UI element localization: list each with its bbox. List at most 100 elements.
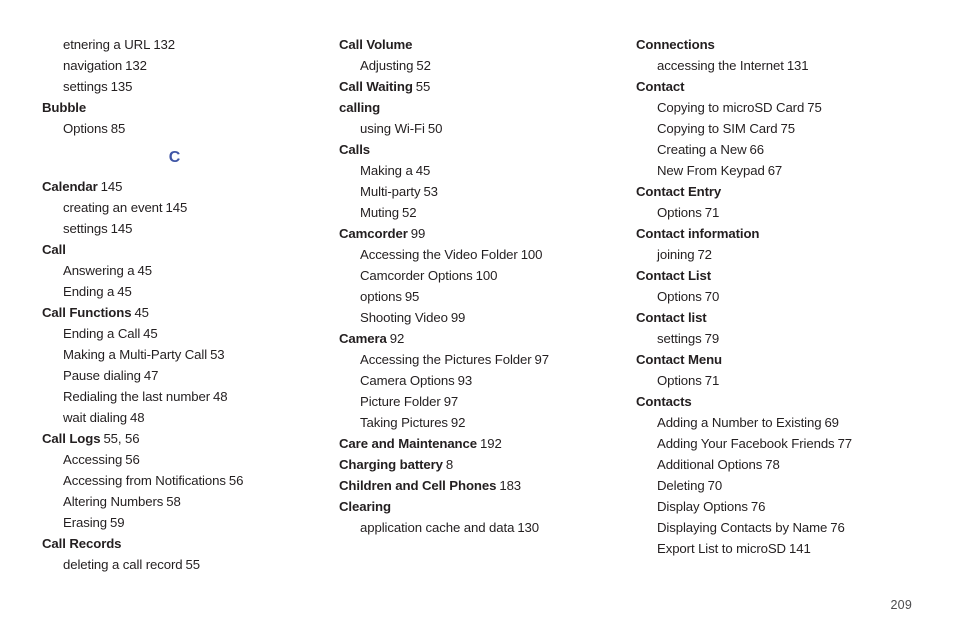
index-entry-sub[interactable]: Taking Pictures 92	[360, 412, 604, 433]
index-entry-main[interactable]: Camera 92	[339, 328, 604, 349]
index-entry-sub[interactable]: etnering a URL 132	[63, 34, 307, 55]
index-entry-term: Displaying Contacts by Name	[657, 520, 828, 535]
index-entry-main[interactable]: Calendar 145	[42, 176, 307, 197]
index-entry-sub[interactable]: navigation 132	[63, 55, 307, 76]
index-entry-sub[interactable]: Ending a 45	[63, 281, 307, 302]
index-entry-sub[interactable]: Display Options 76	[657, 496, 901, 517]
index-entry-sub[interactable]: Shooting Video 99	[360, 307, 604, 328]
index-entry-pages: 47	[143, 368, 159, 383]
index-entry-main[interactable]: Contact list	[636, 307, 901, 328]
letter-heading-c: C	[168, 149, 181, 166]
index-entry-sub[interactable]: Accessing 56	[63, 449, 307, 470]
index-entry-main[interactable]: Care and Maintenance 192	[339, 433, 604, 454]
index-entry-sub[interactable]: Altering Numbers 58	[63, 491, 307, 512]
index-entry-sub[interactable]: deleting a call record 55	[63, 554, 307, 575]
index-entry-sub[interactable]: New From Keypad 67	[657, 160, 901, 181]
index-entry-main[interactable]: Children and Cell Phones 183	[339, 475, 604, 496]
index-entry-sub[interactable]: Picture Folder 97	[360, 391, 604, 412]
index-entry-sub[interactable]: wait dialing 48	[63, 407, 307, 428]
index-entry-sub[interactable]: Additional Options 78	[657, 454, 901, 475]
index-entry-main[interactable]: Contact information	[636, 223, 901, 244]
index-entry-term: using Wi-Fi	[360, 121, 425, 136]
index-entry-sub[interactable]: settings 79	[657, 328, 901, 349]
index-entry-main[interactable]: Call Functions 45	[42, 302, 307, 323]
index-entry-term: Calls	[339, 142, 371, 157]
index-entry-sub[interactable]: Accessing the Video Folder 100	[360, 244, 604, 265]
index-entry-sub[interactable]: Copying to SIM Card 75	[657, 118, 901, 139]
index-entry-sub[interactable]: settings 145	[63, 218, 307, 239]
index-entry-main[interactable]: Clearing	[339, 496, 604, 517]
index-entry-main[interactable]: Call Volume	[339, 34, 604, 55]
index-entry-pages: 76	[830, 520, 845, 535]
index-entry-sub[interactable]: Camcorder Options 100	[360, 265, 604, 286]
index-entry-sub[interactable]: joining 72	[657, 244, 901, 265]
index-entry-sub[interactable]: Making a Multi-Party Call 53	[63, 344, 307, 365]
index-entry-sub[interactable]: Creating a New 66	[657, 139, 901, 160]
index-entry-main[interactable]: Camcorder 99	[339, 223, 604, 244]
index-entry-pages: 92	[450, 415, 466, 430]
index-entry-term: Multi-party	[360, 184, 421, 199]
index-entry-main[interactable]: Contact	[636, 76, 901, 97]
index-entry-main[interactable]: Charging battery 8	[339, 454, 604, 475]
index-entry-sub[interactable]: using Wi-Fi 50	[360, 118, 604, 139]
index-entry-sub[interactable]: application cache and data 130	[360, 517, 604, 538]
index-entry-main[interactable]: Contacts	[636, 391, 901, 412]
index-entry-sub[interactable]: Accessing from Notifications 56	[63, 470, 307, 491]
index-entry-term: settings	[63, 221, 108, 236]
index-entry-sub[interactable]: Making a 45	[360, 160, 604, 181]
index-entry-sub[interactable]: Options 71	[657, 370, 901, 391]
index-entry-sub[interactable]: Options 71	[657, 202, 901, 223]
index-entry-term: Answering a	[63, 263, 135, 278]
index-entry-main[interactable]: Connections	[636, 34, 901, 55]
index-entry-main[interactable]: Call	[42, 239, 307, 260]
index-entry-pages: 72	[697, 247, 712, 262]
index-entry-sub[interactable]: Accessing the Pictures Folder 97	[360, 349, 604, 370]
index-entry-main[interactable]: Contact Entry	[636, 181, 901, 202]
index-entry-sub[interactable]: Erasing 59	[63, 512, 307, 533]
index-entry-sub[interactable]: Multi-party 53	[360, 181, 604, 202]
index-entry-sub[interactable]: Options 70	[657, 286, 901, 307]
index-entry-main[interactable]: Call Logs 55, 56	[42, 428, 307, 449]
index-entry-sub[interactable]: Pause dialing 47	[63, 365, 307, 386]
index-entry-sub[interactable]: Answering a 45	[63, 260, 307, 281]
index-entry-main[interactable]: Contact Menu	[636, 349, 901, 370]
index-column-2: Call Volume Adjusting 52 Call Waiting 55 call…	[339, 34, 604, 538]
index-entry-term: Contact Menu	[636, 352, 722, 367]
index-entry-pages: 76	[750, 499, 766, 514]
index-entry-pages: 92	[389, 331, 405, 346]
index-entry-sub[interactable]: Export List to microSD 141	[657, 538, 901, 559]
index-entry-pages: 8	[445, 457, 454, 472]
index-entry-sub[interactable]: options 95	[360, 286, 604, 307]
index-entry-sub[interactable]: Ending a Call 45	[63, 323, 307, 344]
index-entry-pages: 132	[125, 58, 147, 73]
index-entry-pages: 192	[479, 436, 502, 451]
index-entry-sub[interactable]: settings 135	[63, 76, 307, 97]
index-entry-term: Camcorder	[339, 226, 408, 241]
index-entry-term: Charging battery	[339, 457, 443, 472]
index-entry-pages: 145	[165, 200, 188, 215]
index-entry-term: Copying to microSD Card	[657, 100, 805, 115]
index-entry-term: etnering a URL	[63, 37, 151, 52]
index-entry-sub[interactable]: Adjusting 52	[360, 55, 604, 76]
index-entry-term: Camera	[339, 331, 387, 346]
index-entry-sub[interactable]: Displaying Contacts by Name 76	[657, 517, 901, 538]
index-entry-term: Camcorder Options	[360, 268, 473, 283]
index-entry-sub[interactable]: Redialing the last number 48	[63, 386, 307, 407]
index-entry-sub[interactable]: accessing the Internet 131	[657, 55, 901, 76]
index-entry-main[interactable]: calling	[339, 97, 604, 118]
index-entry-sub[interactable]: Adding Your Facebook Friends 77	[657, 433, 901, 454]
index-entry-main[interactable]: Contact List	[636, 265, 901, 286]
index-entry-main[interactable]: Call Records	[42, 533, 307, 554]
index-entry-sub[interactable]: Copying to microSD Card 75	[657, 97, 901, 118]
index-entry-term: calling	[339, 100, 381, 115]
index-entry-main[interactable]: Calls	[339, 139, 604, 160]
index-entry-sub[interactable]: creating an event 145	[63, 197, 307, 218]
index-entry-main[interactable]: Call Waiting 55	[339, 76, 604, 97]
index-entry-sub[interactable]: Options 85	[63, 118, 307, 139]
index-entry-sub[interactable]: Deleting 70	[657, 475, 901, 496]
index-entry-term: Making a	[360, 163, 413, 178]
index-entry-sub[interactable]: Camera Options 93	[360, 370, 604, 391]
index-entry-sub[interactable]: Adding a Number to Existing 69	[657, 412, 901, 433]
index-entry-sub[interactable]: Muting 52	[360, 202, 604, 223]
index-entry-main[interactable]: Bubble	[42, 97, 307, 118]
